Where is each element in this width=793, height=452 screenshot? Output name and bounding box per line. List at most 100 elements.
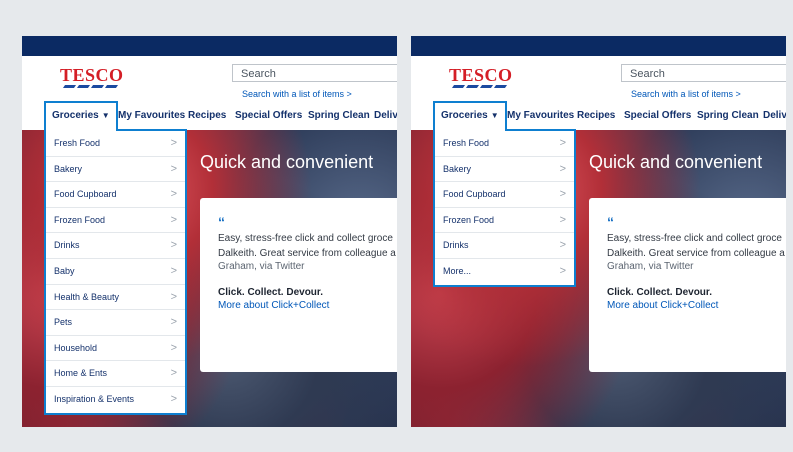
menu-item-home-ents[interactable]: Home & Ents > bbox=[46, 361, 185, 387]
quote-icon: “ bbox=[607, 214, 614, 230]
nav-my-favourites[interactable]: My Favourites bbox=[507, 101, 574, 130]
groceries-dropdown-menu: Fresh Food > Bakery > Food Cupboard > Froze… bbox=[433, 129, 576, 287]
menu-item-inspiration-events[interactable]: Inspiration & Events > bbox=[46, 387, 185, 413]
menu-item-household[interactable]: Household > bbox=[46, 336, 185, 362]
quote-icon: “ bbox=[218, 214, 225, 230]
quote-line-1: Easy, stress-free click and collect groc… bbox=[218, 233, 393, 244]
chevron-right-icon: > bbox=[170, 213, 177, 226]
menu-item-fresh-food[interactable]: Fresh Food > bbox=[46, 131, 185, 157]
nav-spring-clean[interactable]: Spring Clean bbox=[308, 101, 370, 130]
menu-item-label: Home & Ents bbox=[54, 368, 108, 379]
quote-author: Graham, via Twitter bbox=[607, 261, 694, 272]
menu-item-label: Household bbox=[54, 342, 98, 353]
screenshot-panel-right: TESCO Search Search with a list of items… bbox=[411, 36, 786, 427]
menu-item-label: Drinks bbox=[443, 240, 469, 251]
top-bar bbox=[411, 36, 786, 56]
nav-special-offers[interactable]: Special Offers bbox=[235, 101, 302, 130]
menu-item-health-beauty[interactable]: Health & Beauty > bbox=[46, 285, 185, 311]
nav-recipes[interactable]: Recipes bbox=[188, 101, 226, 130]
quote-line-2: Dalkeith. Great service from colleague a bbox=[607, 248, 785, 259]
main-nav: Groceries ▼ My Favourites Recipes Special… bbox=[22, 101, 397, 131]
quote-card: “ Easy, stress-free click and collect gr… bbox=[589, 198, 786, 372]
menu-item-label: Fresh Food bbox=[443, 138, 490, 148]
chevron-right-icon: > bbox=[170, 341, 177, 354]
chevron-right-icon: > bbox=[559, 137, 566, 149]
nav-spring-clean[interactable]: Spring Clean bbox=[697, 101, 759, 130]
search-list-link[interactable]: Search with a list of items > bbox=[242, 89, 352, 99]
menu-item-label: Bakery bbox=[443, 163, 472, 174]
search-input[interactable]: Search bbox=[232, 64, 397, 82]
hero-title: Quick and convenient bbox=[200, 152, 374, 172]
menu-item-drinks[interactable]: Drinks > bbox=[46, 233, 185, 259]
menu-item-label: Fresh Food bbox=[54, 138, 101, 148]
menu-item-label: Baby bbox=[54, 265, 75, 276]
chevron-right-icon: > bbox=[559, 239, 566, 252]
site-header: TESCO Search Search with a list of items… bbox=[411, 56, 786, 101]
chevron-right-icon: > bbox=[170, 264, 177, 277]
chevron-down-icon: ▼ bbox=[101, 111, 110, 120]
menu-item-more[interactable]: More... > bbox=[435, 259, 574, 285]
menu-item-drinks[interactable]: Drinks > bbox=[435, 233, 574, 259]
more-about-click-collect-link[interactable]: More about Click+Collect bbox=[218, 300, 397, 311]
top-bar bbox=[22, 36, 397, 56]
more-about-click-collect-link[interactable]: More about Click+Collect bbox=[607, 300, 786, 311]
menu-item-label: Food Cupboard bbox=[443, 189, 506, 200]
chevron-right-icon: > bbox=[170, 316, 177, 329]
quote-card: “ Easy, stress-free click and collect gr… bbox=[200, 198, 397, 372]
chevron-right-icon: > bbox=[170, 290, 177, 303]
search-list-link[interactable]: Search with a list of items > bbox=[631, 89, 741, 99]
chevron-right-icon: > bbox=[559, 264, 566, 277]
chevron-right-icon: > bbox=[170, 137, 177, 149]
nav-groceries[interactable]: Groceries ▼ bbox=[44, 101, 118, 131]
logo-text: TESCO bbox=[60, 65, 124, 85]
menu-item-label: Pets bbox=[54, 317, 73, 328]
nav-groceries-label: Groceries bbox=[52, 110, 99, 121]
main-nav: Groceries ▼ My Favourites Recipes Special… bbox=[411, 101, 786, 131]
tesco-logo[interactable]: TESCO bbox=[60, 65, 124, 92]
menu-item-label: Bakery bbox=[54, 163, 83, 174]
groceries-dropdown-menu: Fresh Food > Bakery > Food Cupboard > Froze… bbox=[44, 129, 187, 415]
tagline: Click. Collect. Devour. bbox=[218, 287, 324, 298]
logo-stripes-icon bbox=[62, 85, 120, 90]
quote-line-2: Dalkeith. Great service from colleague a bbox=[218, 248, 396, 259]
nav-groceries-label: Groceries bbox=[441, 110, 488, 121]
tagline: Click. Collect. Devour. bbox=[607, 287, 713, 298]
menu-item-label: Drinks bbox=[54, 240, 80, 251]
menu-item-label: Frozen Food bbox=[443, 214, 495, 225]
menu-item-pets[interactable]: Pets > bbox=[46, 310, 185, 336]
menu-item-label: Food Cupboard bbox=[54, 189, 117, 200]
quote-line-1: Easy, stress-free click and collect groc… bbox=[607, 233, 782, 244]
nav-delivery[interactable]: Deliv bbox=[374, 101, 397, 130]
menu-item-bakery[interactable]: Bakery > bbox=[435, 157, 574, 183]
nav-groceries[interactable]: Groceries ▼ bbox=[433, 101, 507, 131]
quote-author: Graham, via Twitter bbox=[218, 261, 305, 272]
nav-my-favourites[interactable]: My Favourites bbox=[118, 101, 185, 130]
screenshot-panel-left: TESCO Search Search with a list of items… bbox=[22, 36, 397, 427]
menu-item-baby[interactable]: Baby > bbox=[46, 259, 185, 285]
nav-recipes[interactable]: Recipes bbox=[577, 101, 615, 130]
menu-item-food-cupboard[interactable]: Food Cupboard > bbox=[435, 182, 574, 208]
chevron-right-icon: > bbox=[559, 162, 566, 175]
menu-item-label: More... bbox=[443, 265, 472, 276]
search-input[interactable]: Search bbox=[621, 64, 786, 82]
nav-delivery[interactable]: Deliv bbox=[763, 101, 786, 130]
logo-stripes-icon bbox=[451, 85, 509, 90]
hero-title: Quick and convenient bbox=[589, 152, 763, 172]
nav-special-offers[interactable]: Special Offers bbox=[624, 101, 691, 130]
menu-item-label: Inspiration & Events bbox=[54, 393, 135, 404]
chevron-right-icon: > bbox=[170, 188, 177, 201]
menu-item-label: Frozen Food bbox=[54, 214, 106, 225]
menu-item-label: Health & Beauty bbox=[54, 291, 120, 302]
menu-item-bakery[interactable]: Bakery > bbox=[46, 157, 185, 183]
chevron-right-icon: > bbox=[559, 188, 566, 201]
chevron-down-icon: ▼ bbox=[490, 111, 499, 120]
menu-item-frozen-food[interactable]: Frozen Food > bbox=[435, 208, 574, 234]
chevron-right-icon: > bbox=[559, 213, 566, 226]
site-header: TESCO Search Search with a list of items… bbox=[22, 56, 397, 101]
menu-item-frozen-food[interactable]: Frozen Food > bbox=[46, 208, 185, 234]
menu-item-food-cupboard[interactable]: Food Cupboard > bbox=[46, 182, 185, 208]
tesco-logo[interactable]: TESCO bbox=[449, 66, 512, 92]
menu-item-fresh-food[interactable]: Fresh Food > bbox=[435, 131, 574, 157]
chevron-right-icon: > bbox=[170, 392, 177, 405]
chevron-right-icon: > bbox=[170, 162, 177, 175]
